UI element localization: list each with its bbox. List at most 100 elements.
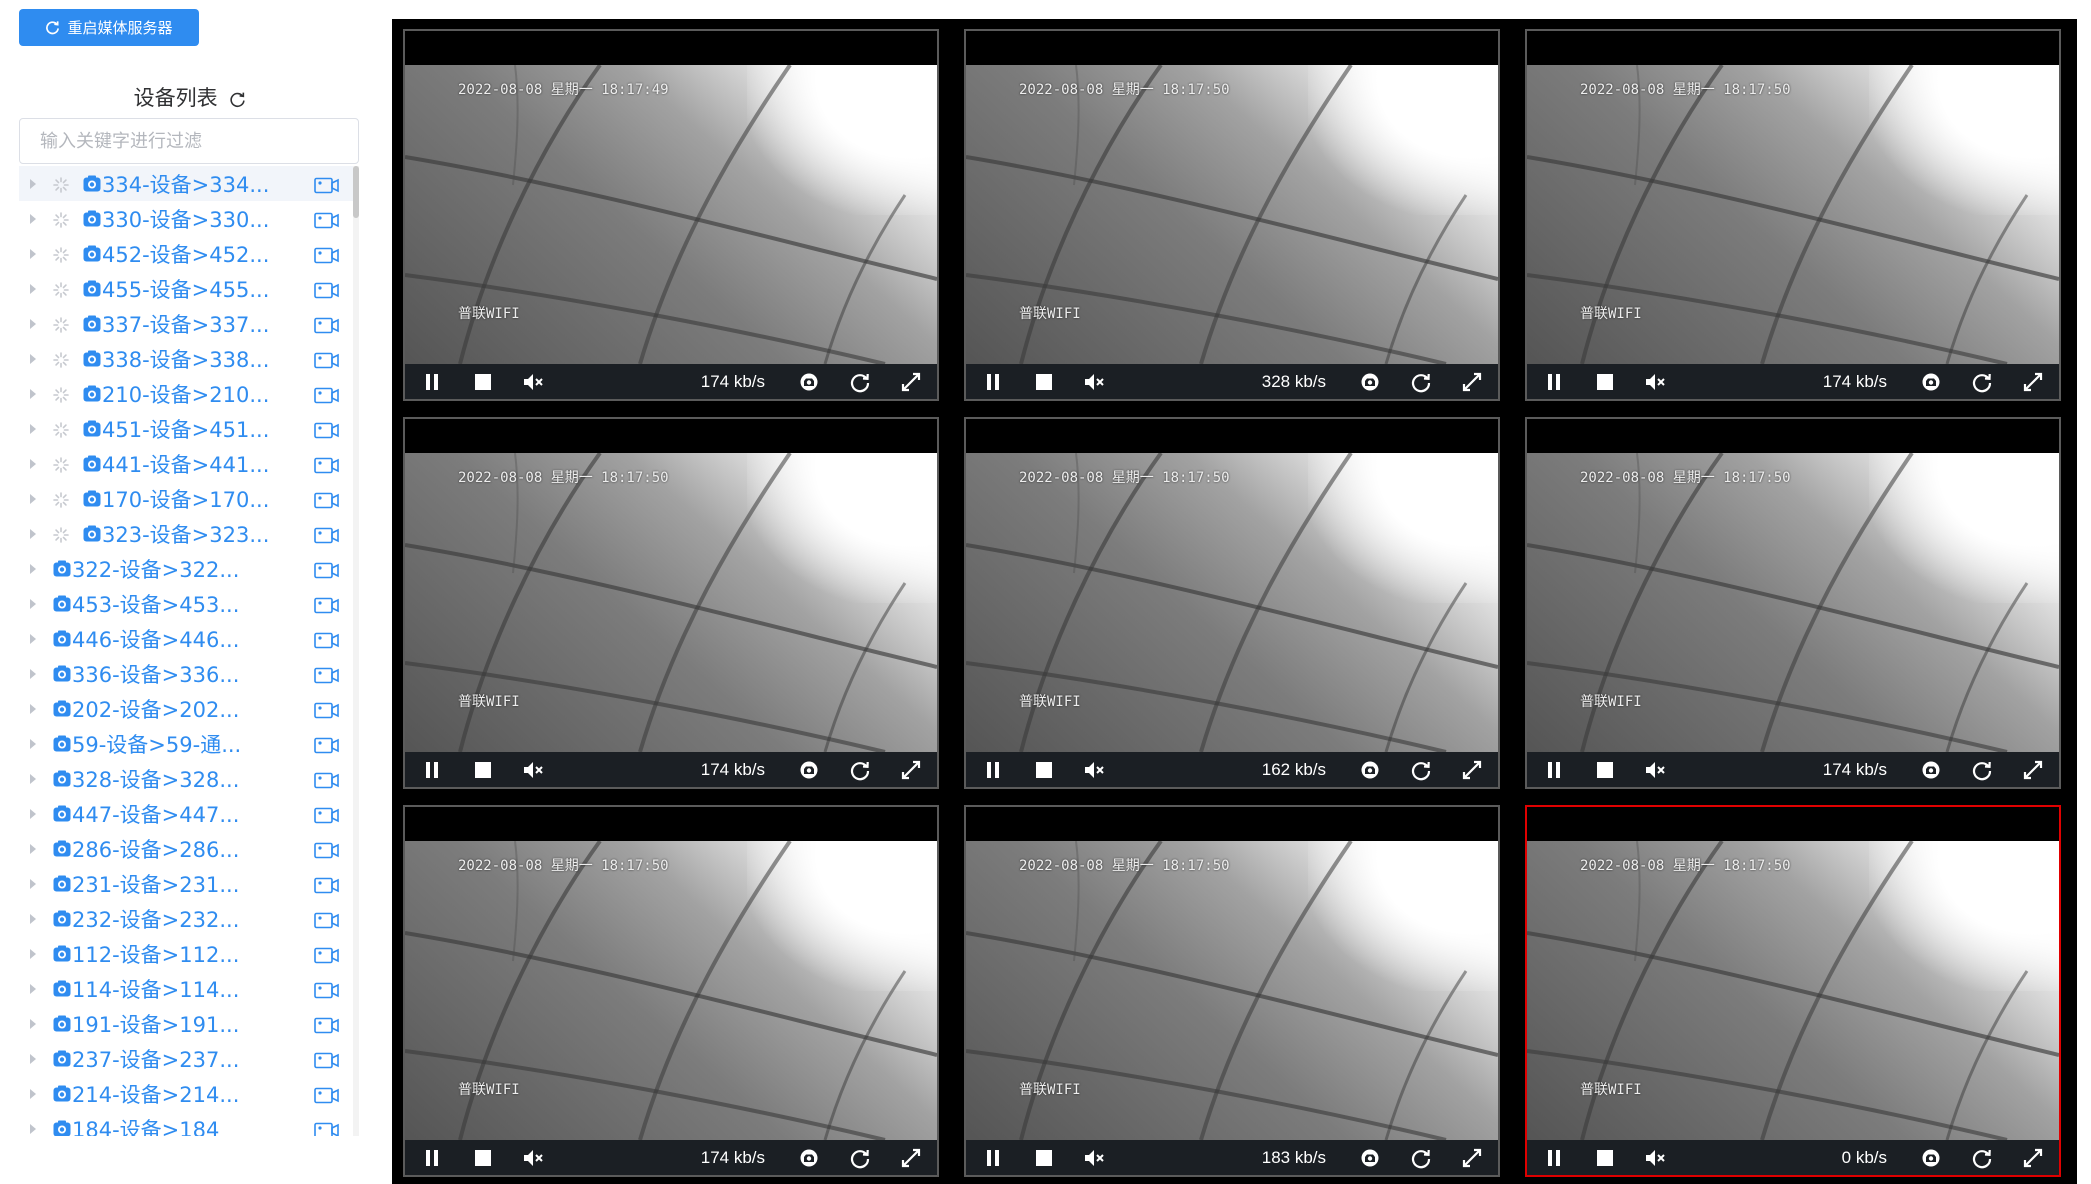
device-tree-item[interactable]: 441-设备>441... (19, 446, 354, 481)
device-filter-input[interactable] (19, 118, 359, 164)
expand-arrow-icon[interactable] (30, 983, 36, 994)
expand-arrow-icon[interactable] (30, 1088, 36, 1099)
pause-icon[interactable] (424, 373, 440, 391)
play-video-icon[interactable] (314, 700, 339, 719)
device-tree-item[interactable]: 202-设备>202... (19, 691, 354, 726)
device-tree-item[interactable]: 323-设备>323... (19, 516, 354, 551)
stop-icon[interactable] (1035, 1149, 1053, 1167)
play-video-icon[interactable] (314, 210, 339, 229)
mute-icon[interactable] (1645, 1149, 1667, 1167)
device-tree-item[interactable]: 334-设备>334... (19, 166, 354, 201)
play-video-icon[interactable] (314, 350, 339, 369)
refresh-icon[interactable] (1971, 371, 1993, 393)
expand-arrow-icon[interactable] (30, 388, 36, 399)
device-tree-item[interactable]: 322-设备>322... (19, 551, 354, 586)
expand-arrow-icon[interactable] (30, 738, 36, 749)
device-tree-item[interactable]: 446-设备>446... (19, 621, 354, 656)
device-tree-item[interactable]: 214-设备>214... (19, 1076, 354, 1111)
fullscreen-icon[interactable] (901, 372, 921, 392)
play-video-icon[interactable] (314, 595, 339, 614)
stop-icon[interactable] (474, 373, 492, 391)
expand-arrow-icon[interactable] (30, 353, 36, 364)
expand-arrow-icon[interactable] (30, 178, 36, 189)
pause-icon[interactable] (985, 761, 1001, 779)
expand-arrow-icon[interactable] (30, 213, 36, 224)
expand-arrow-icon[interactable] (30, 283, 36, 294)
refresh-icon[interactable] (1410, 759, 1432, 781)
refresh-icon[interactable] (849, 759, 871, 781)
expand-arrow-icon[interactable] (30, 598, 36, 609)
device-tree-item[interactable]: 451-设备>451... (19, 411, 354, 446)
device-tree-item[interactable]: 336-设备>336... (19, 656, 354, 691)
play-video-icon[interactable] (314, 560, 339, 579)
video-feed[interactable]: 2022-08-08 星期一 18:17:50 普联WIFI (1527, 453, 2059, 752)
device-tree-item[interactable]: 231-设备>231... (19, 866, 354, 901)
mute-icon[interactable] (1084, 761, 1106, 779)
play-video-icon[interactable] (314, 805, 339, 824)
video-feed[interactable]: 2022-08-08 星期一 18:17:50 普联WIFI (966, 841, 1498, 1140)
expand-arrow-icon[interactable] (30, 563, 36, 574)
expand-arrow-icon[interactable] (30, 1053, 36, 1064)
stop-icon[interactable] (1596, 761, 1614, 779)
mute-icon[interactable] (523, 761, 545, 779)
play-video-icon[interactable] (314, 980, 339, 999)
reload-list-icon[interactable] (229, 91, 246, 108)
play-video-icon[interactable] (314, 630, 339, 649)
video-player[interactable]: 2022-08-08 星期一 18:17:49 普联WIFI 174 kb/s (403, 29, 939, 401)
fullscreen-icon[interactable] (1462, 372, 1482, 392)
expand-arrow-icon[interactable] (30, 913, 36, 924)
video-player[interactable]: 2022-08-08 星期一 18:17:50 普联WIFI 183 kb/s (964, 805, 1500, 1177)
stop-icon[interactable] (474, 761, 492, 779)
device-tree-item[interactable]: 447-设备>447... (19, 796, 354, 831)
stop-icon[interactable] (1596, 1149, 1614, 1167)
pause-icon[interactable] (424, 761, 440, 779)
device-tree-item[interactable]: 455-设备>455... (19, 271, 354, 306)
fullscreen-icon[interactable] (1462, 1148, 1482, 1168)
pause-icon[interactable] (1546, 1149, 1562, 1167)
screenshot-icon[interactable] (1360, 372, 1380, 392)
mute-icon[interactable] (1645, 373, 1667, 391)
play-video-icon[interactable] (314, 385, 339, 404)
play-video-icon[interactable] (314, 245, 339, 264)
stop-icon[interactable] (474, 1149, 492, 1167)
video-feed[interactable]: 2022-08-08 星期一 18:17:50 普联WIFI (966, 453, 1498, 752)
video-feed[interactable]: 2022-08-08 星期一 18:17:50 普联WIFI (405, 453, 937, 752)
play-video-icon[interactable] (314, 945, 339, 964)
video-player[interactable]: 2022-08-08 星期一 18:17:50 普联WIFI 328 kb/s (964, 29, 1500, 401)
expand-arrow-icon[interactable] (30, 808, 36, 819)
expand-arrow-icon[interactable] (30, 633, 36, 644)
refresh-icon[interactable] (1410, 1147, 1432, 1169)
expand-arrow-icon[interactable] (30, 528, 36, 539)
device-tree-item[interactable]: 59-设备>59-通... (19, 726, 354, 761)
refresh-icon[interactable] (849, 1147, 871, 1169)
mute-icon[interactable] (1084, 373, 1106, 391)
play-video-icon[interactable] (314, 840, 339, 859)
device-tree-item[interactable]: 453-设备>453... (19, 586, 354, 621)
play-video-icon[interactable] (314, 420, 339, 439)
device-tree-item[interactable]: 286-设备>286... (19, 831, 354, 866)
expand-arrow-icon[interactable] (30, 493, 36, 504)
tree-scrollbar-track[interactable] (353, 166, 359, 1136)
screenshot-icon[interactable] (1360, 1148, 1380, 1168)
device-tree-item[interactable]: 232-设备>232... (19, 901, 354, 936)
mute-icon[interactable] (523, 373, 545, 391)
play-video-icon[interactable] (314, 1085, 339, 1104)
play-video-icon[interactable] (314, 910, 339, 929)
pause-icon[interactable] (424, 1149, 440, 1167)
device-tree-item[interactable]: 191-设备>191... (19, 1006, 354, 1041)
refresh-icon[interactable] (1971, 1147, 1993, 1169)
expand-arrow-icon[interactable] (30, 843, 36, 854)
mute-icon[interactable] (523, 1149, 545, 1167)
video-player[interactable]: 2022-08-08 星期一 18:17:50 普联WIFI 0 kb/s (1525, 805, 2061, 1177)
pause-icon[interactable] (985, 1149, 1001, 1167)
expand-arrow-icon[interactable] (30, 1018, 36, 1029)
tree-scrollbar-thumb[interactable] (353, 166, 359, 218)
fullscreen-icon[interactable] (2023, 1148, 2043, 1168)
video-feed[interactable]: 2022-08-08 星期一 18:17:50 普联WIFI (1527, 65, 2059, 364)
fullscreen-icon[interactable] (2023, 372, 2043, 392)
expand-arrow-icon[interactable] (30, 423, 36, 434)
device-tree-item[interactable]: 210-设备>210... (19, 376, 354, 411)
fullscreen-icon[interactable] (901, 1148, 921, 1168)
device-tree-item[interactable]: 112-设备>112... (19, 936, 354, 971)
device-tree-item[interactable]: 170-设备>170... (19, 481, 354, 516)
